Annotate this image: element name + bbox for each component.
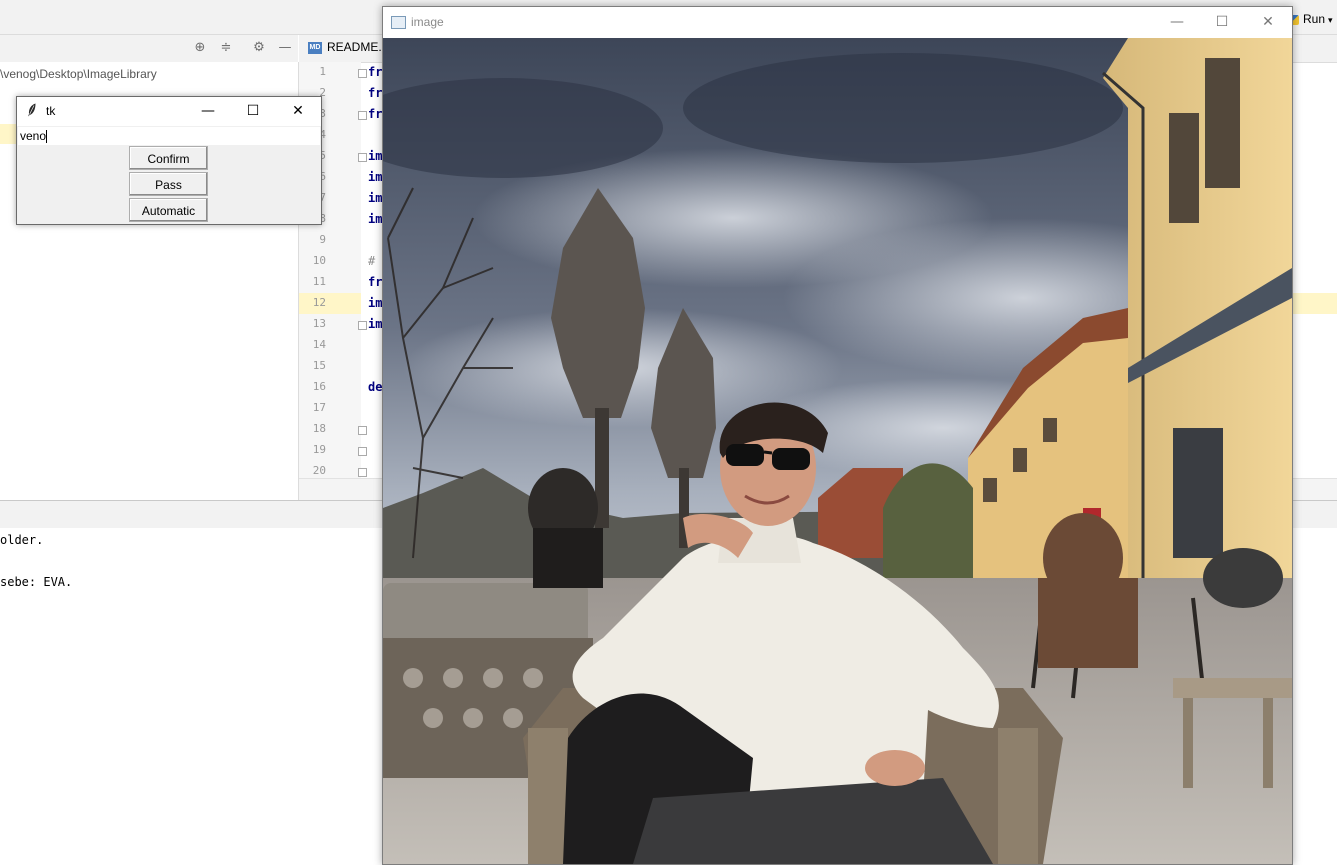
close-button[interactable]: ✕ bbox=[275, 97, 321, 126]
line-number: 19 bbox=[312, 443, 326, 456]
console-line: older. bbox=[0, 533, 44, 547]
window-title: image bbox=[411, 15, 444, 29]
run-label: Run bbox=[1303, 12, 1326, 26]
maximize-button[interactable]: ☐ bbox=[1199, 7, 1245, 38]
line-number: 13 bbox=[312, 317, 326, 330]
minimize-button[interactable]: — bbox=[185, 97, 231, 126]
fold-marker-icon[interactable] bbox=[358, 153, 367, 162]
tab-readme[interactable]: MD README.m bbox=[308, 40, 392, 54]
run-button[interactable]: Run ▾ bbox=[1289, 12, 1333, 26]
project-toolbar: ⊕ ≑ ⚙ — bbox=[0, 35, 298, 63]
minimize-button[interactable]: — bbox=[1154, 7, 1200, 38]
window-app-icon bbox=[391, 16, 406, 29]
tk-titlebar[interactable]: tk — ☐ ✕ bbox=[17, 97, 321, 126]
code-line-6[interactable]: im bbox=[368, 170, 382, 184]
window-title: tk bbox=[46, 104, 56, 118]
name-entry[interactable]: veno bbox=[18, 127, 320, 145]
selected-tree-row[interactable] bbox=[0, 124, 16, 144]
locate-icon[interactable]: ⊕ bbox=[192, 40, 208, 56]
hide-icon[interactable]: — bbox=[277, 40, 293, 56]
pass-button[interactable]: Pass bbox=[129, 172, 208, 196]
code-line-16[interactable]: de bbox=[368, 380, 382, 394]
fold-marker-icon[interactable] bbox=[358, 321, 367, 330]
line-number: 16 bbox=[312, 380, 326, 393]
fold-marker-icon[interactable] bbox=[358, 111, 367, 120]
confirm-button[interactable]: Confirm bbox=[129, 146, 208, 170]
fold-marker-icon[interactable] bbox=[358, 69, 367, 78]
automatic-button[interactable]: Automatic bbox=[129, 198, 208, 222]
entry-text: veno bbox=[20, 129, 47, 143]
markdown-file-icon: MD bbox=[308, 41, 322, 54]
line-number: 12 bbox=[312, 296, 326, 309]
console-line: sebe: EVA. bbox=[0, 575, 73, 589]
project-path: \venog\Desktop\ImageLibrary bbox=[0, 67, 157, 81]
code-line-10[interactable]: # bbox=[368, 254, 375, 268]
line-number: 9 bbox=[319, 233, 326, 246]
code-line-1[interactable]: fr bbox=[368, 65, 382, 79]
line-number: 17 bbox=[312, 401, 326, 414]
code-line-5[interactable]: im bbox=[368, 149, 382, 163]
fold-marker-icon[interactable] bbox=[358, 468, 367, 477]
code-line-11[interactable]: fr bbox=[368, 275, 382, 289]
fold-marker-icon[interactable] bbox=[358, 426, 367, 435]
maximize-button[interactable]: ☐ bbox=[230, 97, 276, 126]
line-number: 1 bbox=[319, 65, 326, 78]
collapse-all-icon[interactable]: ≑ bbox=[218, 40, 234, 56]
line-number: 18 bbox=[312, 422, 326, 435]
code-line-7[interactable]: im bbox=[368, 191, 382, 205]
text-cursor bbox=[46, 130, 48, 144]
line-number: 11 bbox=[312, 275, 326, 288]
code-line-3[interactable]: fr bbox=[368, 107, 382, 121]
current-line-highlight-right bbox=[1291, 293, 1337, 314]
line-number: 15 bbox=[312, 359, 326, 372]
image-titlebar[interactable]: image — ☐ ✕ bbox=[383, 7, 1292, 38]
line-number: 20 bbox=[312, 464, 326, 477]
code-line-13[interactable]: im bbox=[368, 317, 382, 331]
code-line-8[interactable]: im bbox=[368, 212, 382, 226]
close-button[interactable]: ✕ bbox=[1245, 7, 1291, 38]
code-line-12[interactable]: im bbox=[368, 296, 382, 310]
line-number: 10 bbox=[312, 254, 326, 267]
displayed-photo bbox=[383, 38, 1292, 864]
line-number: 14 bbox=[312, 338, 326, 351]
gear-icon[interactable]: ⚙ bbox=[251, 40, 267, 56]
tk-window: tk — ☐ ✕ veno Confirm Pass Automatic bbox=[16, 96, 322, 225]
code-line-2[interactable]: fr bbox=[368, 86, 382, 100]
fold-marker-icon[interactable] bbox=[358, 447, 367, 456]
image-window: image — ☐ ✕ bbox=[382, 6, 1293, 865]
feather-icon bbox=[28, 103, 36, 117]
chevron-down-icon: ▾ bbox=[1328, 15, 1333, 25]
